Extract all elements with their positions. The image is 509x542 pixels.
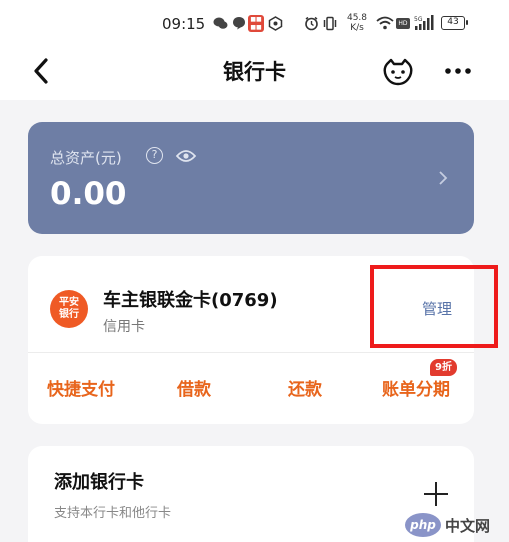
divider — [28, 352, 474, 353]
chat-bubble-icon — [231, 16, 246, 31]
page-title: 银行卡 — [223, 60, 286, 84]
add-card-subtitle: 支持本行卡和他行卡 — [54, 506, 172, 521]
quick-pay-button[interactable]: 快捷支付 — [47, 375, 115, 400]
wechat-icon — [213, 16, 228, 31]
svg-text:5G: 5G — [414, 16, 423, 23]
more-dots-icon — [445, 68, 471, 74]
signal-icon: 5G — [414, 15, 436, 31]
status-bar: 09:15 ■■ ■■ 45.8 K/s HD 5G 43 — [0, 10, 509, 40]
total-assets-label: 总资产(元) — [50, 149, 122, 167]
more-button[interactable] — [443, 59, 473, 83]
installment-button[interactable]: 账单分期 — [382, 375, 450, 400]
total-assets-value: 0.00 — [50, 176, 127, 212]
customer-service-button[interactable] — [382, 58, 414, 86]
card-name: 车主银联金卡(0769) — [103, 290, 278, 311]
highlight-annotation — [370, 265, 498, 348]
discount-badge: 9折 — [430, 359, 457, 376]
mascot-face-icon — [383, 58, 413, 86]
total-assets-card[interactable]: 总资产(元) ? 0.00 — [28, 122, 474, 234]
repay-button[interactable]: 还款 — [288, 375, 322, 400]
hd-indicator: HD — [396, 18, 410, 29]
borrow-button[interactable]: 借款 — [177, 375, 211, 400]
battery-indicator: 43 — [441, 16, 468, 30]
chevron-right-icon — [436, 168, 450, 188]
alarm-icon — [304, 16, 319, 31]
php-logo: php — [405, 513, 441, 537]
wifi-icon — [376, 16, 394, 31]
network-speed: 45.8 K/s — [346, 13, 368, 33]
watermark-text: 中文网 — [445, 517, 491, 535]
status-time: 09:15 — [162, 15, 206, 33]
vibrate-icon — [322, 16, 337, 31]
help-icon[interactable]: ? — [146, 147, 163, 164]
watermark: php 中文网 — [405, 512, 505, 538]
hexagon-icon — [268, 16, 283, 31]
ping-an-bank-logo: 平安 银行 — [50, 290, 88, 328]
card-type: 信用卡 — [103, 319, 145, 335]
app-notification-icon: ■■ ■■ — [248, 15, 264, 32]
plus-icon[interactable] — [424, 482, 448, 506]
add-card-title: 添加银行卡 — [54, 472, 144, 493]
eye-icon[interactable] — [175, 148, 197, 164]
